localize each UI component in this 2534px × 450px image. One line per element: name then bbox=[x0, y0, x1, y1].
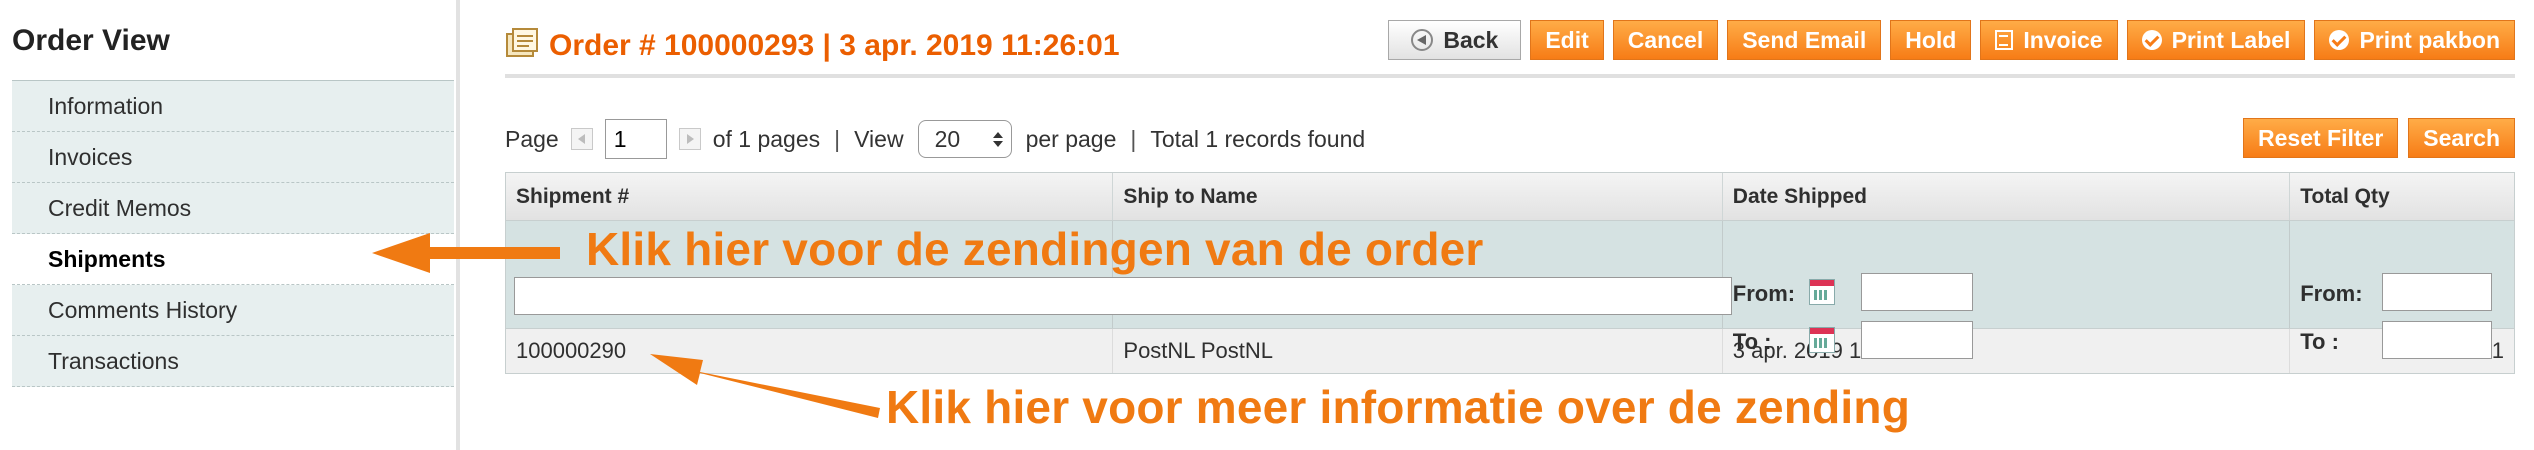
checkmark-icon bbox=[2141, 30, 2162, 50]
sidebar-item-invoices[interactable]: Invoices bbox=[12, 132, 454, 183]
order-actions-toolbar: Back Edit Cancel Send Email Hold Invoice… bbox=[1388, 20, 2515, 60]
invoice-button-label: Invoice bbox=[2023, 26, 2103, 53]
hold-button[interactable]: Hold bbox=[1890, 20, 1972, 60]
sidebar-item-information[interactable]: Information bbox=[12, 81, 454, 132]
cell-ship-to-name[interactable]: PostNL PostNL bbox=[1113, 329, 1723, 373]
of-pages-label: of 1 pages bbox=[712, 125, 821, 152]
page-title: Order # 100000293 | 3 apr. 2019 11:26:01 bbox=[549, 29, 1120, 62]
checkmark-icon bbox=[2329, 30, 2350, 50]
previous-page-icon[interactable] bbox=[570, 128, 593, 150]
reset-filter-button[interactable]: Reset Filter bbox=[2243, 118, 2399, 158]
print-pakbon-button-label: Print pakbon bbox=[2359, 26, 2500, 53]
invoice-icon bbox=[1995, 30, 2014, 50]
filter-cell-total-qty: From: To : bbox=[2290, 221, 2514, 359]
per-page-select[interactable]: 20 bbox=[917, 120, 1012, 158]
view-label: View bbox=[854, 125, 904, 152]
column-header-shipment[interactable]: Shipment # bbox=[506, 173, 1114, 220]
back-button-label: Back bbox=[1443, 26, 1499, 53]
pager-separator: | bbox=[834, 125, 841, 152]
page-number-input[interactable] bbox=[604, 119, 667, 159]
print-label-button[interactable]: Print Label bbox=[2126, 20, 2306, 60]
shipment-filter-input[interactable] bbox=[514, 277, 1732, 315]
sidebar-item-transactions[interactable]: Transactions bbox=[12, 336, 454, 387]
sidebar-title: Order View bbox=[12, 24, 170, 57]
send-email-button[interactable]: Send Email bbox=[1727, 20, 1882, 60]
calendar-icon[interactable] bbox=[1808, 327, 1835, 353]
qty-to-input[interactable] bbox=[2382, 321, 2493, 359]
edit-button[interactable]: Edit bbox=[1530, 20, 1604, 60]
date-to-label: To : bbox=[1732, 329, 1772, 354]
cancel-button[interactable]: Cancel bbox=[1612, 20, 1719, 60]
select-spinner-icon bbox=[992, 131, 1011, 147]
date-to-input[interactable] bbox=[1860, 321, 1973, 359]
cell-shipment-number[interactable]: 100000290 bbox=[506, 329, 1114, 373]
date-from-label: From: bbox=[1732, 281, 1796, 306]
table-row[interactable]: 100000290 PostNL PostNL 3 apr. 2019 11:3… bbox=[506, 329, 2514, 373]
qty-to-label: To : bbox=[2300, 329, 2339, 354]
print-pakbon-button[interactable]: Print pakbon bbox=[2314, 20, 2515, 60]
invoice-button[interactable]: Invoice bbox=[1980, 20, 2118, 60]
order-page-icon bbox=[506, 28, 538, 57]
back-button[interactable]: Back bbox=[1388, 20, 1522, 60]
search-button[interactable]: Search bbox=[2408, 118, 2515, 158]
back-arrow-icon bbox=[1411, 29, 1434, 51]
calendar-icon[interactable] bbox=[1808, 279, 1835, 305]
sidebar-item-credit-memos[interactable]: Credit Memos bbox=[12, 183, 454, 234]
column-header-total-qty[interactable]: Total Qty bbox=[2290, 173, 2514, 220]
next-page-icon[interactable] bbox=[678, 128, 701, 150]
order-view-sidebar: Order View Information Invoices Credit M… bbox=[0, 0, 460, 450]
shipments-tab-annotation: Klik hier voor de zendingen van de order bbox=[586, 223, 1484, 275]
print-label-button-label: Print Label bbox=[2171, 26, 2291, 53]
qty-from-label: From: bbox=[2300, 281, 2363, 306]
sidebar-nav: Information Invoices Credit Memos Shipme… bbox=[12, 80, 454, 387]
total-records: Total 1 records found bbox=[1150, 125, 1366, 152]
per-page-label: per page bbox=[1025, 125, 1117, 152]
grid-header-row: Shipment # Ship to Name Date Shipped Tot… bbox=[506, 173, 2514, 221]
filter-cell-date-shipped: From: To : bbox=[1723, 221, 2291, 359]
sidebar-item-shipments[interactable]: Shipments bbox=[12, 234, 454, 285]
sidebar-item-comments-history[interactable]: Comments History bbox=[12, 285, 454, 336]
filter-actions: Reset Filter Search bbox=[2243, 118, 2515, 158]
pager-separator: | bbox=[1130, 125, 1137, 152]
date-from-input[interactable] bbox=[1860, 273, 1973, 311]
qty-from-input[interactable] bbox=[2382, 273, 2493, 311]
per-page-value: 20 bbox=[934, 125, 961, 152]
column-header-ship-to-name[interactable]: Ship to Name bbox=[1113, 173, 1723, 220]
page-label: Page bbox=[505, 125, 559, 152]
grid-pager: Page of 1 pages | View 20 per page | Tot… bbox=[505, 118, 1365, 160]
shipment-row-annotation: Klik hier voor meer informatie over de z… bbox=[886, 381, 1911, 433]
column-header-date-shipped[interactable]: Date Shipped bbox=[1723, 173, 2291, 220]
page-header: Order # 100000293 | 3 apr. 2019 11:26:01… bbox=[505, 16, 2515, 78]
